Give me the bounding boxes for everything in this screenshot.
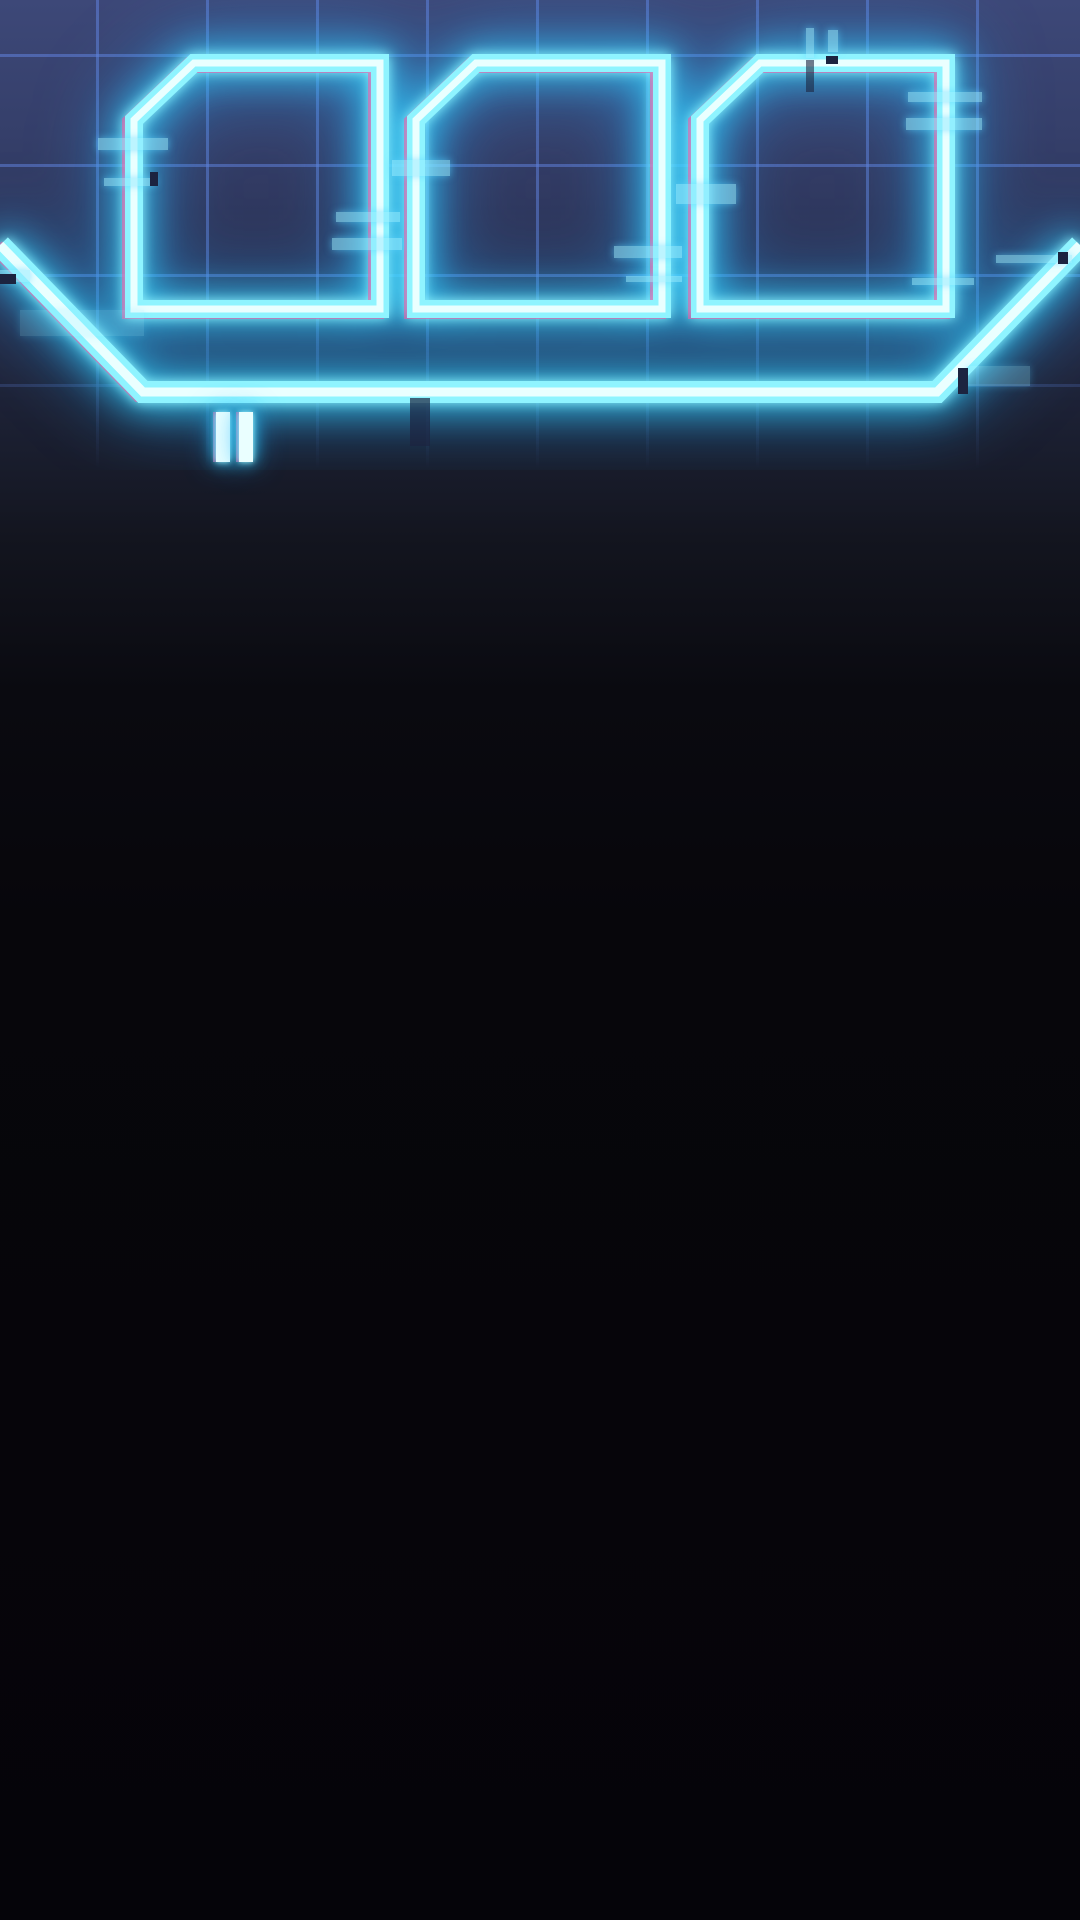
glitch-fragment — [828, 30, 838, 52]
pause-bar-right — [239, 412, 253, 462]
glitch-fragment — [332, 238, 402, 250]
score-digit-2 — [407, 54, 671, 318]
glitch-fragment — [410, 398, 430, 446]
glitch-fragment — [906, 118, 982, 130]
game-screen[interactable]: 0 0 0 — [0, 0, 1080, 1920]
glitch-fragment — [966, 366, 1030, 386]
glitch-fragment — [826, 56, 838, 64]
score-digit-1 — [125, 54, 389, 318]
glitch-fragment — [336, 212, 400, 222]
glitch-fragment — [1058, 252, 1068, 264]
glitch-fragment — [98, 138, 168, 150]
glitch-fragment — [20, 310, 144, 336]
glitch-fragment — [104, 178, 156, 186]
glitch-fragment — [392, 160, 450, 176]
glitch-fragment — [958, 368, 968, 394]
glitch-fragment — [676, 184, 736, 204]
glitch-fragment — [150, 172, 158, 186]
glitch-fragment — [0, 274, 16, 284]
pause-button[interactable] — [208, 408, 260, 466]
glitch-fragment — [908, 92, 982, 102]
glitch-fragment — [912, 278, 974, 285]
glitch-fragment — [626, 276, 682, 282]
pause-icon — [208, 408, 260, 466]
glitch-fragment — [614, 246, 682, 258]
pause-bar-left — [216, 412, 230, 462]
score-hud — [0, 54, 1080, 403]
glitch-fragment — [806, 28, 814, 58]
glitch-fragment — [806, 60, 814, 92]
